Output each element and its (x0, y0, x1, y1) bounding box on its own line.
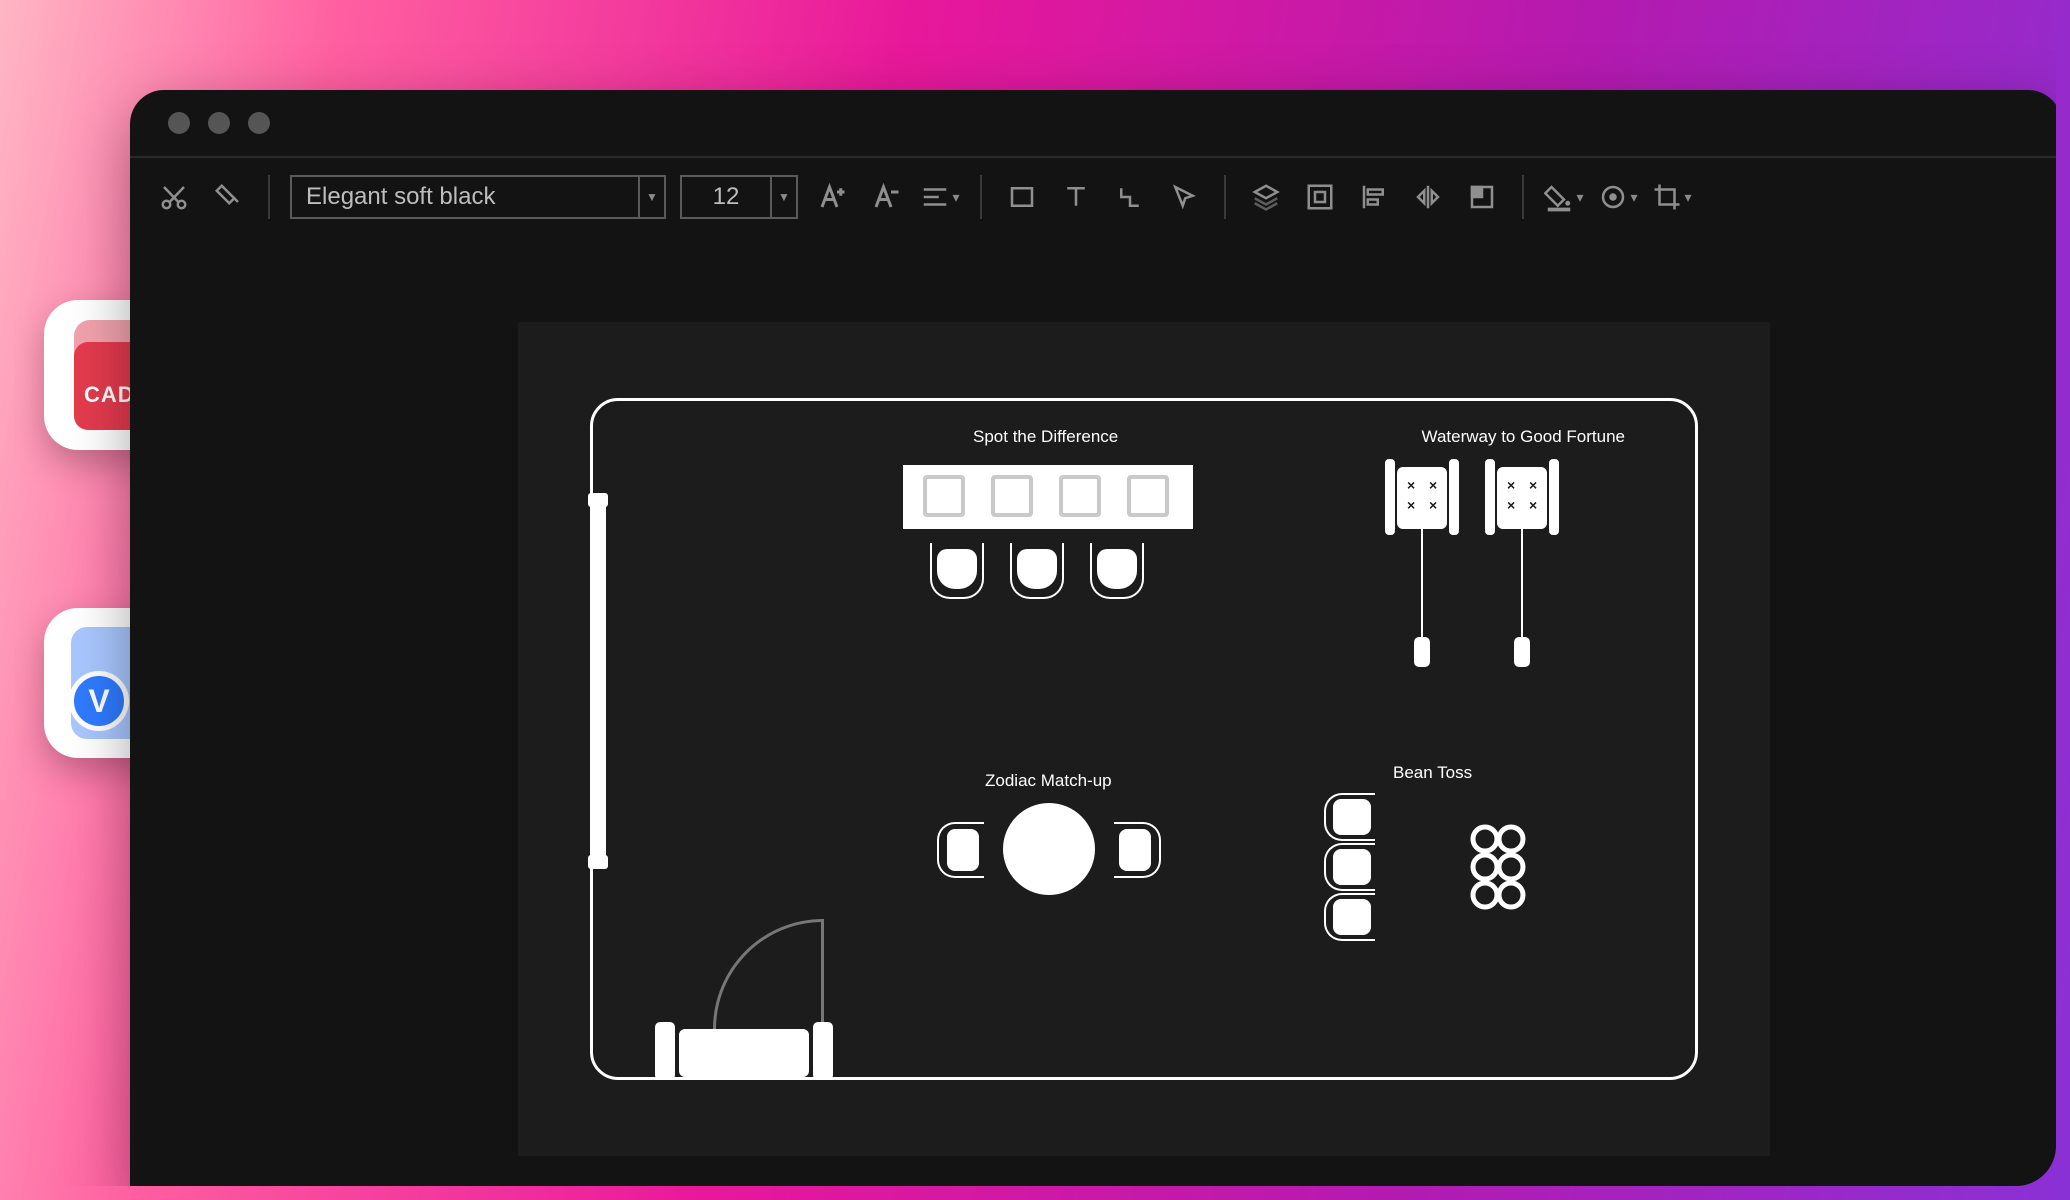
chair-icon (1097, 549, 1137, 589)
font-size-value: 12 (713, 183, 740, 211)
position-icon[interactable] (1462, 177, 1502, 217)
booth-icon: ×× ×× (1385, 459, 1459, 529)
text-align-icon[interactable]: ▾ (920, 177, 960, 217)
label-zodiac: Zodiac Match-up (985, 771, 1112, 791)
floorplan-room[interactable]: Spot the Difference Waterway to Good For… (590, 398, 1698, 1080)
text-tool-icon[interactable] (1056, 177, 1096, 217)
sofa-icon (679, 1029, 809, 1077)
font-increase-icon[interactable] (812, 177, 852, 217)
chair-icon (1119, 829, 1151, 871)
font-family-chevron-icon[interactable]: ▼ (640, 175, 666, 219)
paint-format-icon[interactable] (208, 177, 248, 217)
sofa-arm-icon (813, 1022, 833, 1080)
app-window: Elegant soft black ▼ 12 ▼ ▾ (130, 90, 2056, 1186)
traffic-light-zoom[interactable] (248, 112, 270, 134)
visio-label: V (69, 671, 129, 731)
align-left-icon[interactable] (1354, 177, 1394, 217)
chair-icon (947, 829, 979, 871)
flip-icon[interactable] (1408, 177, 1448, 217)
stroke-style-icon[interactable]: ▾ (1598, 177, 1638, 217)
cad-label: CAD (84, 382, 135, 408)
toolbar: Elegant soft black ▼ 12 ▼ ▾ (130, 158, 2056, 236)
chair-icon (1333, 899, 1371, 935)
pointer-tool-icon[interactable] (1164, 177, 1204, 217)
label-waterway: Waterway to Good Fortune (1422, 427, 1625, 447)
window-titlebar (130, 90, 2056, 156)
sofa-arm-icon (655, 1022, 675, 1080)
canvas[interactable]: Spot the Difference Waterway to Good For… (518, 322, 1770, 1156)
booth-icon: ×× ×× (1485, 459, 1559, 529)
font-family-select[interactable]: Elegant soft black (290, 175, 640, 219)
layers-icon[interactable] (1246, 177, 1286, 217)
wall-segment (590, 501, 606, 861)
connector-tool-icon[interactable] (1110, 177, 1150, 217)
font-family-value: Elegant soft black (306, 183, 495, 211)
label-bean-toss: Bean Toss (1393, 763, 1472, 783)
chair-icon (937, 549, 977, 589)
door-arc-icon (713, 919, 823, 1029)
round-table-icon (1003, 803, 1095, 895)
chair-icon (1333, 799, 1371, 835)
traffic-light-minimize[interactable] (208, 112, 230, 134)
cut-icon[interactable] (154, 177, 194, 217)
crop-icon[interactable]: ▾ (1652, 177, 1692, 217)
font-size-select[interactable]: 12 (680, 175, 772, 219)
group-icon[interactable] (1300, 177, 1340, 217)
chair-icon (1333, 849, 1371, 885)
traffic-light-close[interactable] (168, 112, 190, 134)
bean-target-icon (1463, 821, 1533, 911)
fill-color-icon[interactable]: ▾ (1544, 177, 1584, 217)
font-size-chevron-icon[interactable]: ▼ (772, 175, 798, 219)
chair-icon (1017, 549, 1057, 589)
font-decrease-icon[interactable] (866, 177, 906, 217)
door-leaf-icon (821, 919, 824, 1029)
label-spot-the-difference: Spot the Difference (973, 427, 1118, 447)
rectangle-tool-icon[interactable] (1002, 177, 1042, 217)
